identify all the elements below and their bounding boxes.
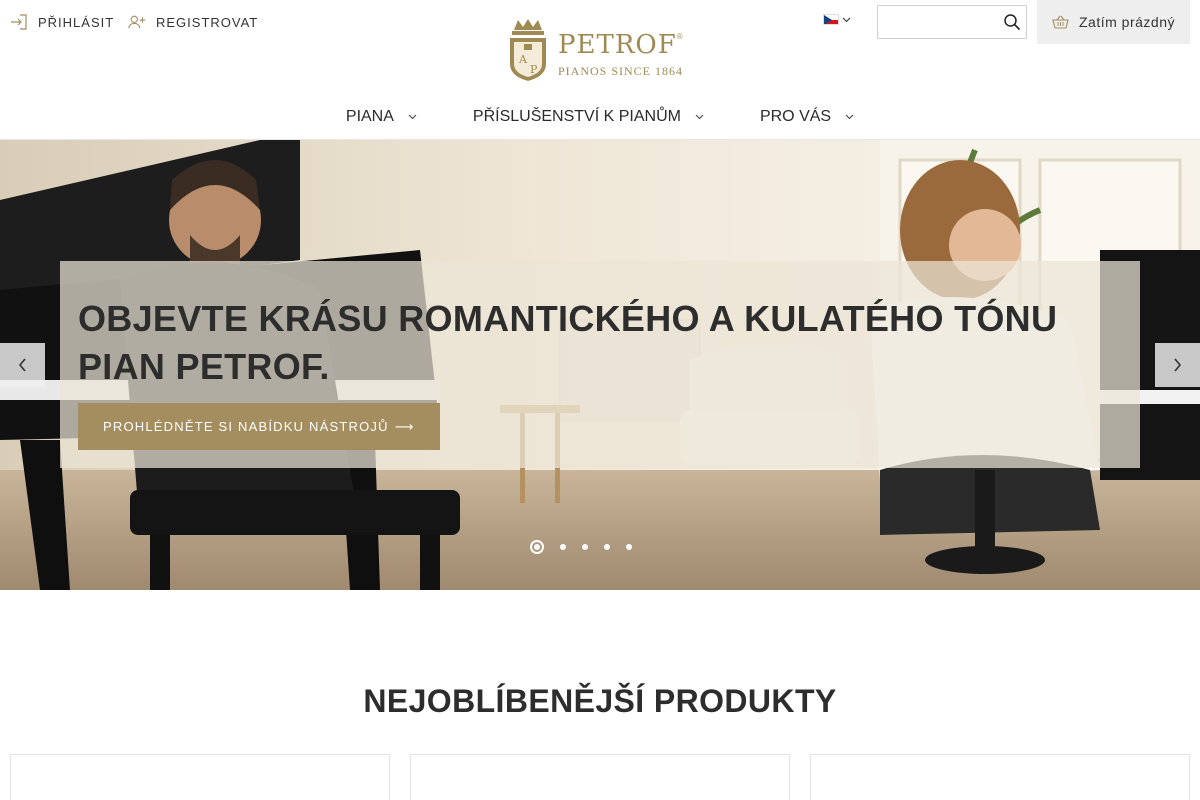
slider-dot-3[interactable] [582, 544, 588, 550]
nav-item-pro-vas[interactable]: PRO VÁS [760, 96, 854, 138]
login-link[interactable]: PŘIHLÁSIT [10, 14, 114, 30]
crest-letter-p: P [530, 63, 538, 76]
chevron-down-icon [845, 114, 854, 120]
chevron-right-icon [1174, 358, 1182, 372]
cart-label: Zatím prázdný [1079, 14, 1175, 30]
register-label: REGISTROVAT [156, 14, 259, 30]
chevron-left-icon [18, 358, 26, 372]
czech-flag-icon [823, 14, 839, 25]
cart-button[interactable]: Zatím prázdný [1037, 0, 1190, 44]
petrof-logo[interactable]: A P PETROF® PIANOS SINCE 1864 [506, 18, 696, 84]
crest-logo-icon: A P [510, 19, 546, 81]
search-icon[interactable] [1003, 13, 1021, 31]
slider-dot-5[interactable] [626, 544, 632, 550]
view-instruments-button[interactable]: PROHLÉDNĚTE SI NABÍDKU NÁSTROJŮ ⟶ [78, 403, 440, 450]
top-bar: PŘIHLÁSIT REGISTROVAT A P PETROF® PIANOS… [0, 0, 1200, 81]
nav-item-piana[interactable]: PIANA [346, 96, 417, 138]
logo-name-row: PETROF® [558, 32, 683, 58]
logo-tagline: PIANOS SINCE 1864 [558, 64, 684, 78]
search-box [877, 5, 1027, 39]
hero-title: OBJEVTE KRÁSU ROMANTICKÉHO A KULATÉHO TÓ… [78, 298, 1058, 387]
logo-name: PETROF [558, 30, 677, 60]
main-nav: PIANA PŘÍSLUŠENSTVÍ K PIANŮM PRO VÁS [0, 96, 1200, 140]
slider-prev-button[interactable] [0, 343, 45, 387]
slider-dot-4[interactable] [604, 544, 610, 550]
nav-label: PŘÍSLUŠENSTVÍ K PIANŮM [472, 108, 681, 125]
slider-dots [530, 540, 632, 554]
basket-icon [1052, 15, 1069, 29]
language-selector[interactable] [823, 14, 851, 25]
register-link[interactable]: REGISTROVAT [128, 14, 258, 30]
logo-text: PETROF® PIANOS SINCE 1864 [558, 18, 683, 79]
section-title-popular-products: NEJOBLÍBENĚJŠÍ PRODUKTY [363, 683, 837, 719]
slider-next-button[interactable] [1155, 343, 1200, 387]
chevron-down-icon [842, 17, 851, 22]
slider-dot-1[interactable] [530, 540, 544, 554]
add-user-icon [128, 15, 146, 29]
product-card[interactable] [10, 754, 390, 800]
nav-item-prislusenstvi[interactable]: PŘÍSLUŠENSTVÍ K PIANŮM [473, 96, 704, 138]
nav-label: PIANA [345, 108, 394, 125]
slider-dot-2[interactable] [560, 544, 566, 550]
logo-registered-mark: ® [676, 32, 683, 41]
hero-caption-panel: OBJEVTE KRÁSU ROMANTICKÉHO A KULATÉHO TÓ… [60, 261, 1140, 468]
arrow-right-icon: ⟶ [394, 418, 415, 434]
hero-slider: OBJEVTE KRÁSU ROMANTICKÉHO A KULATÉHO TÓ… [0, 140, 1200, 590]
login-icon [11, 14, 27, 30]
nav-label: PRO VÁS [759, 108, 832, 125]
search-input[interactable] [884, 12, 994, 32]
cta-label: PROHLÉDNĚTE SI NABÍDKU NÁSTROJŮ [103, 419, 389, 434]
crest-letter-a: A [518, 53, 528, 66]
product-card[interactable] [810, 754, 1190, 800]
login-label: PŘIHLÁSIT [38, 14, 115, 30]
product-card[interactable] [410, 754, 790, 800]
chevron-down-icon [695, 114, 704, 120]
chevron-down-icon [408, 114, 417, 120]
